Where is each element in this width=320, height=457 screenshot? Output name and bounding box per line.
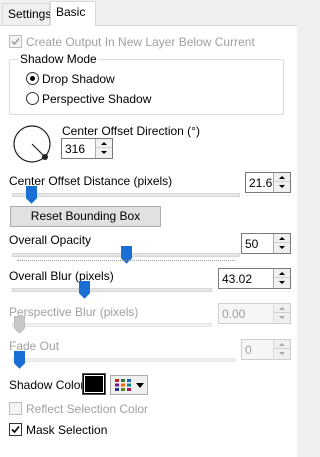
overall-blur-spin[interactable]: 43.02	[218, 268, 291, 289]
perspective-blur-label: Perspective Blur (pixels)	[9, 305, 139, 319]
spin-up-button[interactable]	[96, 139, 112, 148]
spin-arrows	[273, 340, 290, 359]
spin-arrows	[273, 173, 290, 192]
mask-selection-label: Mask Selection	[26, 423, 108, 437]
overall-opacity-value: 50	[245, 237, 259, 251]
mask-selection-checkbox[interactable]	[9, 423, 22, 436]
dial-icon	[13, 125, 51, 163]
overall-blur-value: 43.02	[222, 272, 253, 286]
spin-down-button[interactable]	[274, 243, 290, 252]
drop-shadow-radio[interactable]	[26, 72, 39, 85]
tab-basic[interactable]: Basic	[50, 1, 96, 26]
perspective-shadow-radio[interactable]	[26, 92, 39, 105]
spin-arrows	[273, 234, 290, 253]
center-offset-direction-label: Center Offset Direction (°)	[62, 124, 200, 138]
overall-blur-slider[interactable]	[79, 281, 90, 299]
spin-down-button[interactable]	[274, 313, 290, 322]
palette-grid-icon	[115, 379, 131, 391]
fade-out-track	[12, 358, 236, 362]
tab-strip: Settings Basic	[0, 0, 297, 26]
reflect-selection-color-checkbox[interactable]	[9, 402, 22, 415]
spin-up-button[interactable]	[274, 173, 290, 182]
spin-down-button[interactable]	[96, 148, 112, 157]
fade-out-value: 0	[245, 343, 252, 357]
perspective-blur-track	[12, 323, 212, 327]
spin-arrows	[273, 269, 290, 288]
fade-out-spin[interactable]: 0	[241, 339, 291, 360]
perspective-blur-value: 0.00	[222, 307, 246, 321]
perspective-blur-spin[interactable]: 0.00	[218, 303, 291, 324]
spin-up-button[interactable]	[274, 234, 290, 243]
perspective-shadow-label: Perspective Shadow	[42, 92, 152, 106]
center-offset-direction-spin[interactable]: 316	[61, 138, 113, 159]
overall-opacity-spin[interactable]: 50	[241, 233, 291, 254]
spin-arrows	[95, 139, 112, 158]
center-offset-distance-track	[12, 193, 240, 197]
create-output-checkbox[interactable]	[9, 35, 22, 48]
chevron-down-icon	[136, 383, 144, 388]
shadow-mode-title: Shadow Mode	[18, 52, 99, 66]
overall-opacity-label: Overall Opacity	[9, 233, 92, 247]
tab-settings[interactable]: Settings	[2, 3, 51, 25]
spin-down-button[interactable]	[274, 278, 290, 287]
reflect-selection-color-label: Reflect Selection Color	[26, 402, 149, 416]
create-output-label: Create Output In New Layer Below Current	[26, 35, 255, 49]
color-palette-dropdown[interactable]	[110, 375, 148, 395]
overall-opacity-ticks	[17, 260, 235, 264]
center-offset-distance-spin[interactable]: 21.62	[245, 172, 291, 193]
overall-blur-label: Overall Blur (pixels)	[9, 269, 114, 283]
overall-blur-track	[12, 288, 212, 292]
center-offset-distance-slider[interactable]	[26, 186, 37, 204]
shadow-color-label: Shadow Color	[9, 378, 85, 392]
spin-down-button[interactable]	[274, 349, 290, 358]
spin-up-button[interactable]	[274, 340, 290, 349]
fade-out-slider[interactable]	[14, 351, 25, 369]
perspective-blur-slider[interactable]	[14, 316, 25, 334]
shadow-color-swatch[interactable]	[82, 373, 106, 395]
direction-dial[interactable]	[12, 124, 52, 164]
drop-shadow-label: Drop Shadow	[42, 72, 115, 86]
spin-down-button[interactable]	[274, 182, 290, 191]
radio-dot	[30, 76, 35, 81]
spin-arrows	[273, 304, 290, 323]
spin-up-button[interactable]	[274, 304, 290, 313]
spin-up-button[interactable]	[274, 269, 290, 278]
reset-bounding-box-button[interactable]: Reset Bounding Box	[10, 206, 161, 227]
center-offset-direction-value: 316	[65, 142, 86, 156]
shadow-mode-group	[9, 59, 284, 115]
